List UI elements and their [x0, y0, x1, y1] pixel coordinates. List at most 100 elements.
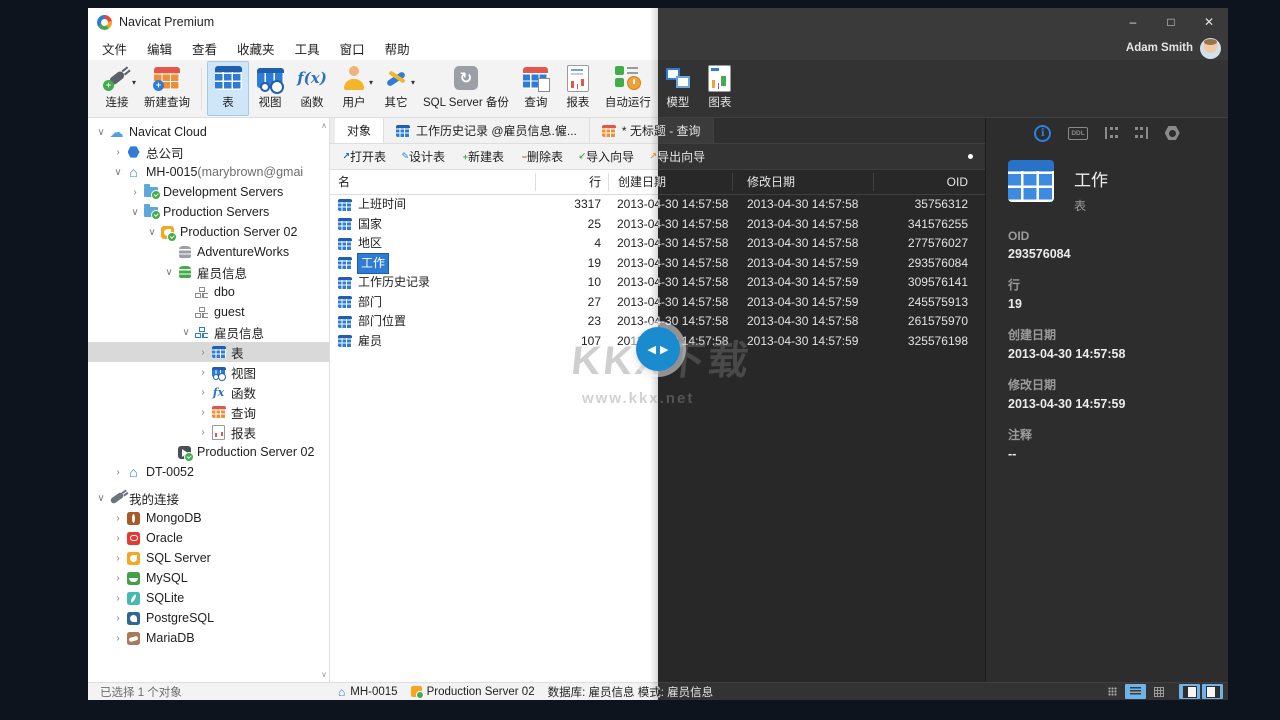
- settings-icon[interactable]: [1165, 126, 1180, 141]
- menu-item-window[interactable]: 窗口: [330, 39, 375, 58]
- expander-icon[interactable]: ∨: [179, 327, 193, 338]
- expander-icon[interactable]: ∨: [111, 167, 125, 178]
- open-table-button[interactable]: ↗打开表: [336, 144, 395, 169]
- scroll-down-icon[interactable]: ∨: [321, 670, 327, 679]
- toolbar-button-report[interactable]: 报表: [557, 61, 599, 116]
- toolbar-button-chart[interactable]: 图表: [699, 61, 741, 116]
- scroll-up-icon[interactable]: ∧: [321, 121, 327, 130]
- expander-icon[interactable]: ›: [111, 533, 125, 544]
- tree-item-functions[interactable]: ›fx函数: [88, 382, 329, 402]
- user-avatar[interactable]: [1200, 38, 1221, 59]
- big-icons-view-button[interactable]: [1102, 684, 1123, 699]
- tree-item-views[interactable]: ›视图: [88, 362, 329, 382]
- menu-item-favorites[interactable]: 收藏夹: [227, 39, 285, 58]
- toolbar-button-connection[interactable]: +▾ 连接: [96, 61, 138, 116]
- toolbar-button-users[interactable]: ▾ 用户: [333, 61, 375, 116]
- expander-icon[interactable]: ›: [196, 347, 210, 358]
- expander-icon[interactable]: ›: [196, 387, 210, 398]
- tree-item-oracle[interactable]: ›Oracle: [88, 528, 329, 548]
- info-icon[interactable]: i: [1034, 125, 1051, 142]
- detail-view-button[interactable]: [1148, 684, 1169, 699]
- tree-item-postgresql[interactable]: ›PostgreSQL: [88, 608, 329, 628]
- toolbar-button-sqlserver-backup[interactable]: ↻ SQL Server 备份: [417, 61, 515, 116]
- tree-item-reports[interactable]: ›报表: [88, 422, 329, 442]
- expander-icon[interactable]: ›: [111, 573, 125, 584]
- status-connection[interactable]: MH-0015: [350, 686, 397, 698]
- expander-icon[interactable]: ›: [111, 467, 125, 478]
- menu-item-edit[interactable]: 编辑: [137, 39, 182, 58]
- toolbar-button-tables[interactable]: 表: [207, 61, 249, 116]
- new-table-button[interactable]: +新建表: [454, 144, 513, 169]
- tree-item-dbo[interactable]: dbo: [88, 282, 329, 302]
- list-view-button[interactable]: [1125, 684, 1146, 699]
- menu-item-tools[interactable]: 工具: [285, 39, 330, 58]
- tree-scrollbar[interactable]: ∧ ∨: [316, 118, 329, 682]
- toolbar-button-automation[interactable]: 自动运行: [599, 61, 657, 116]
- tree-item-sql-server[interactable]: ›SQL Server: [88, 548, 329, 568]
- expander-icon[interactable]: ∨: [94, 493, 108, 504]
- tree-item-queries[interactable]: ›查询: [88, 402, 329, 422]
- theme-compare-handle[interactable]: ◀ ▶: [636, 327, 680, 371]
- tree-item-mariadb[interactable]: ›MariaDB: [88, 628, 329, 648]
- expander-icon[interactable]: ∨: [162, 267, 176, 278]
- column-header-oid[interactable]: OID: [873, 170, 968, 194]
- delete-table-button[interactable]: −删除表: [513, 144, 572, 169]
- tree-item-mh-0015[interactable]: ∨⌂MH-0015 (marybrown@gmai: [88, 162, 329, 182]
- dependents-icon[interactable]: [1135, 127, 1148, 139]
- column-header-modified[interactable]: 修改日期: [747, 170, 795, 194]
- tab-objects[interactable]: 对象: [335, 118, 384, 143]
- expander-icon[interactable]: ›: [111, 513, 125, 524]
- toggle-right-pane-button[interactable]: [1202, 684, 1223, 699]
- tree-item-production-server-02-local[interactable]: Production Server 02: [88, 442, 329, 462]
- column-header-rows[interactable]: 行: [535, 170, 601, 194]
- expander-icon[interactable]: ›: [128, 187, 142, 198]
- toolbar-button-query[interactable]: 查询: [515, 61, 557, 116]
- expander-icon[interactable]: ›: [111, 613, 125, 624]
- menu-item-view[interactable]: 查看: [182, 39, 227, 58]
- expander-icon[interactable]: ›: [196, 407, 210, 418]
- toolbar-button-new-query[interactable]: + 新建查询: [138, 61, 196, 116]
- tree-item-dt-0052[interactable]: ›⌂DT-0052: [88, 462, 329, 482]
- tree-item-employee-info-schema[interactable]: ∨雇员信息: [88, 322, 329, 342]
- tree-item-tables[interactable]: ›表: [88, 342, 329, 362]
- tree-item-my-connections[interactable]: ∨我的连接: [88, 488, 329, 508]
- toolbar-button-others[interactable]: ▾ 其它: [375, 61, 417, 116]
- menu-item-help[interactable]: 帮助: [375, 39, 420, 58]
- import-wizard-button[interactable]: ↙导入向导: [572, 144, 643, 169]
- tree-item-employee-info-db[interactable]: ∨雇员信息: [88, 262, 329, 282]
- tree-item-production-servers[interactable]: ∨Production Servers: [88, 202, 329, 222]
- tree-item-development-servers[interactable]: ›Development Servers: [88, 182, 329, 202]
- tree-item-adventureworks[interactable]: AdventureWorks: [88, 242, 329, 262]
- tree-item-mongodb[interactable]: ›MongoDB: [88, 508, 329, 528]
- expander-icon[interactable]: ∨: [145, 227, 159, 238]
- tree-item-sqlite[interactable]: ›SQLite: [88, 588, 329, 608]
- expander-icon[interactable]: ›: [111, 593, 125, 604]
- toolbar-button-functions[interactable]: f(x) 函数: [291, 61, 333, 116]
- expander-icon[interactable]: ›: [111, 147, 125, 158]
- tab-work-history-table[interactable]: 工作历史记录 @雇员信息.僱...: [384, 118, 590, 143]
- column-header-name[interactable]: 名: [338, 170, 350, 194]
- account-area[interactable]: Adam Smith: [1126, 38, 1228, 59]
- depends-on-icon[interactable]: [1105, 127, 1118, 139]
- maximize-button[interactable]: □: [1152, 8, 1190, 36]
- tree-item-guest[interactable]: guest: [88, 302, 329, 322]
- expander-icon[interactable]: ›: [111, 553, 125, 564]
- menu-item-file[interactable]: 文件: [92, 39, 137, 58]
- minimize-button[interactable]: –: [1114, 8, 1152, 36]
- toolbar-button-model[interactable]: 模型: [657, 61, 699, 116]
- tree-item-mysql[interactable]: ›MySQL: [88, 568, 329, 588]
- design-table-button[interactable]: ✎设计表: [395, 144, 454, 169]
- expander-icon[interactable]: ∨: [128, 207, 142, 218]
- tree-item-headquarters[interactable]: ›总公司: [88, 142, 329, 162]
- expander-icon[interactable]: ›: [196, 427, 210, 438]
- expander-icon[interactable]: ›: [196, 367, 210, 378]
- expander-icon[interactable]: ›: [111, 633, 125, 644]
- toolbar-button-views[interactable]: 视图: [249, 61, 291, 116]
- expander-icon[interactable]: ∨: [94, 127, 108, 138]
- close-button[interactable]: ✕: [1190, 8, 1228, 36]
- toolbar-overflow-dot[interactable]: [968, 154, 973, 159]
- toggle-left-pane-button[interactable]: [1179, 684, 1200, 699]
- tree-item-navicat-cloud[interactable]: ∨☁Navicat Cloud: [88, 122, 329, 142]
- tree-item-production-server-02[interactable]: ∨Production Server 02: [88, 222, 329, 242]
- status-server[interactable]: Production Server 02: [427, 686, 535, 698]
